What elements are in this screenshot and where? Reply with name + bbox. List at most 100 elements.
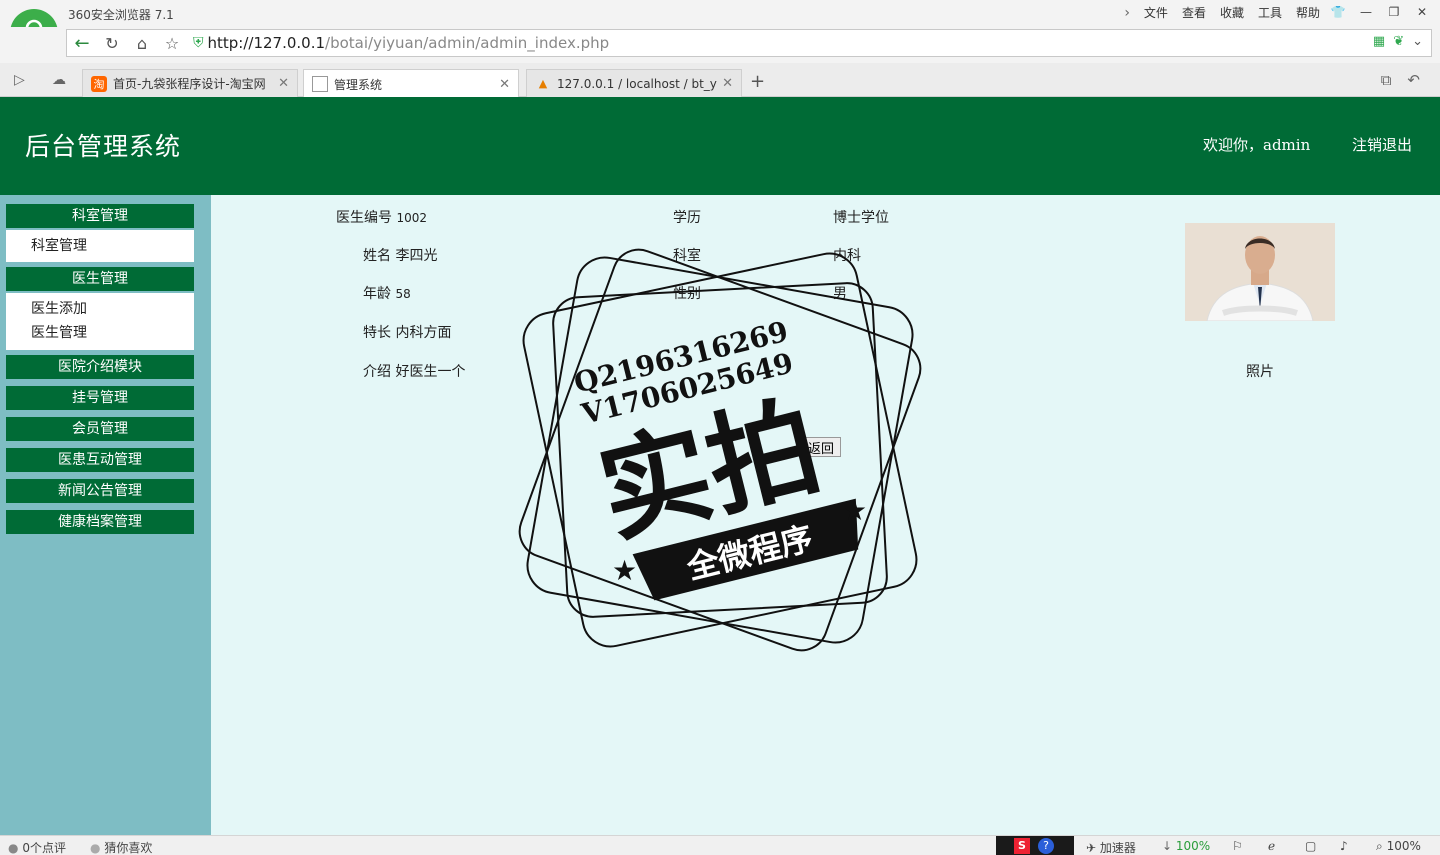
sidebar-group-registration[interactable]: 挂号管理: [6, 386, 194, 410]
sidebar-group-interaction[interactable]: 医患互动管理: [6, 448, 194, 472]
sidebar-item-department-manage[interactable]: 科室管理: [6, 234, 194, 258]
tab-phpmyadmin[interactable]: ▲ 127.0.0.1 / localhost / bt_yiyuan ✕: [526, 69, 742, 97]
browser-title-bar: 360安全浏览器 7.1 › 文件 查看 收藏 工具 帮助 👕 — ❐ ✕: [0, 0, 1440, 27]
sidebar-group-department[interactable]: 科室管理: [6, 204, 194, 228]
comments-status[interactable]: ● 0个点评: [8, 839, 66, 855]
doctor-age-field: 年龄 58: [363, 283, 411, 303]
doctor-gender-value: 男: [833, 286, 847, 302]
chevron-down-icon[interactable]: ⌄: [1412, 34, 1423, 49]
sidebar-group-department-items: 科室管理: [6, 230, 194, 262]
doctor-intro-value: 好医生一个: [395, 364, 466, 380]
menu-file[interactable]: 文件: [1144, 4, 1168, 21]
close-tab-icon[interactable]: ✕: [722, 76, 733, 91]
sidebar-item-doctor-add[interactable]: 医生添加: [6, 297, 194, 321]
guess-status[interactable]: ● 猜你喜欢: [90, 839, 152, 855]
zoom-icon: ⌕: [1376, 839, 1383, 853]
doctor-intro-field: 介绍 好医生一个: [363, 361, 465, 381]
return-button[interactable]: 返回: [801, 437, 841, 457]
refresh-icon[interactable]: ↻: [97, 30, 127, 56]
restore-tabs-icon[interactable]: ⧉: [1381, 71, 1392, 89]
tab-bar: ▷ ☁ 淘 首页-九袋张程序设计-淘宝网 ✕ 管理系统 ✕ ▲ 127.0.0.…: [0, 63, 1440, 98]
close-tab-icon[interactable]: ✕: [499, 77, 510, 92]
flag-icon[interactable]: ⚐: [1232, 839, 1243, 853]
doctor-photo: [1185, 223, 1335, 321]
doctor-dept-label: 科室: [673, 248, 701, 264]
star-icon[interactable]: ☆: [157, 30, 187, 56]
sound-icon[interactable]: ♪: [1340, 839, 1348, 853]
taobao-icon: 淘: [91, 75, 107, 92]
zoom-status[interactable]: ⌕ 100%: [1376, 839, 1421, 854]
app-header: 后台管理系统 欢迎你，admin 注销退出: [0, 97, 1440, 195]
doctor-name-label: 姓名: [363, 248, 391, 264]
maximize-icon[interactable]: ❐: [1382, 2, 1406, 22]
accelerator-label: 加速器: [1099, 841, 1136, 855]
url-input[interactable]: http://127.0.0.1/botai/yiyuan/admin/admi…: [208, 34, 610, 52]
menu-favorites[interactable]: 收藏: [1220, 4, 1244, 21]
address-bar-row: ← ↻ ⌂ ☆ ⛨ http://127.0.0.1/botai/yiyuan/…: [0, 27, 1440, 63]
doctor-age-value: 58: [395, 287, 411, 301]
doctor-specialty-value: 内科方面: [395, 325, 452, 341]
leaf-icon[interactable]: ❦: [1393, 34, 1404, 49]
doctor-id-label: 医生编号: [336, 210, 392, 226]
menu-tools[interactable]: 工具: [1258, 4, 1282, 21]
chevron-right-icon[interactable]: ›: [1124, 5, 1130, 21]
doctor-specialty-label: 特长: [363, 325, 391, 341]
sidebar: 科室管理 科室管理 医生管理 医生添加 医生管理 医院介绍模块 挂号管理 会员管…: [0, 195, 211, 835]
comment-icon: ●: [8, 841, 19, 855]
doctor-id-value: 1002: [396, 211, 427, 225]
doctor-edu-label: 学历: [673, 210, 701, 226]
menu-help[interactable]: 帮助: [1296, 4, 1320, 21]
ie-icon[interactable]: ℯ: [1268, 839, 1275, 853]
tab-label: 管理系统: [334, 77, 383, 92]
download-label: 100%: [1175, 839, 1211, 853]
ime-toolbar[interactable]: S ?: [996, 836, 1074, 855]
doctor-specialty-field: 特长 内科方面: [363, 322, 451, 342]
sidebar-group-members[interactable]: 会员管理: [6, 417, 194, 441]
sidebar-group-health-records[interactable]: 健康档案管理: [6, 510, 194, 534]
doctor-photo-label: 照片: [1246, 364, 1274, 380]
doctor-id-field: 医生编号 1002: [336, 207, 427, 227]
address-bar[interactable]: ← ↻ ⌂ ☆ ⛨ http://127.0.0.1/botai/yiyuan/…: [66, 29, 1432, 57]
close-icon[interactable]: ✕: [1410, 2, 1434, 22]
address-bar-tools: ▦ ❦ ⌄: [1373, 34, 1423, 49]
minimize-icon[interactable]: —: [1354, 2, 1378, 22]
help-icon[interactable]: ?: [1038, 838, 1054, 854]
accelerator-status[interactable]: ✈ 加速器: [1086, 839, 1136, 855]
guess-label: 猜你喜欢: [104, 841, 153, 855]
tab-label: 首页-九袋张程序设计-淘宝网: [113, 77, 266, 91]
url-path: /botai/yiyuan/admin/admin_index.php: [325, 34, 610, 52]
download-arrow-icon: ↓: [1162, 839, 1173, 853]
doctor-name-field: 姓名 李四光: [363, 245, 437, 265]
shield-icon: ⛨: [193, 35, 204, 51]
sidebar-group-hospital-intro[interactable]: 医院介绍模块: [6, 355, 194, 379]
tab-bar-tools: ⧉ ↶: [1381, 71, 1420, 89]
window-controls: 👕 — ❐ ✕: [1326, 2, 1434, 22]
zoom-label: 100%: [1386, 839, 1421, 853]
sidebar-group-doctor[interactable]: 医生管理: [6, 267, 194, 291]
main-content: 医生编号 1002 姓名 李四光 年龄 58 特长 内科方面 介绍 好医生一个 …: [211, 195, 1440, 835]
welcome-text: 欢迎你，admin: [1203, 136, 1311, 154]
menu-view[interactable]: 查看: [1182, 4, 1206, 21]
tab-taobao[interactable]: 淘 首页-九袋张程序设计-淘宝网 ✕: [82, 69, 298, 97]
home-icon[interactable]: ⌂: [127, 30, 157, 56]
close-tab-icon[interactable]: ✕: [278, 76, 289, 91]
logout-link[interactable]: 注销退出: [1352, 134, 1412, 155]
new-tab-icon[interactable]: +: [750, 71, 765, 92]
circle-icon: ●: [90, 841, 101, 855]
doctor-edu-value: 博士学位: [833, 210, 889, 226]
undo-close-icon[interactable]: ↶: [1407, 71, 1420, 89]
download-status[interactable]: ↓ 100%: [1162, 839, 1210, 853]
sidebar-toggle-icon[interactable]: ▷: [14, 72, 25, 88]
skin-icon[interactable]: 👕: [1326, 2, 1350, 22]
back-arrow-icon[interactable]: ←: [67, 30, 97, 56]
tab-admin[interactable]: 管理系统 ✕: [303, 69, 519, 98]
cloud-icon[interactable]: ☁: [52, 72, 66, 88]
qr-code-icon[interactable]: ▦: [1373, 34, 1385, 49]
window-icon[interactable]: ▢: [1305, 839, 1316, 853]
sidebar-item-doctor-manage[interactable]: 医生管理: [6, 321, 194, 345]
doctor-intro-label: 介绍: [363, 364, 391, 380]
sidebar-group-doctor-items: 医生添加 医生管理: [6, 293, 194, 350]
sidebar-group-news[interactable]: 新闻公告管理: [6, 479, 194, 503]
page-title: 后台管理系统: [25, 132, 182, 161]
ime-s-icon[interactable]: S: [1014, 838, 1030, 854]
